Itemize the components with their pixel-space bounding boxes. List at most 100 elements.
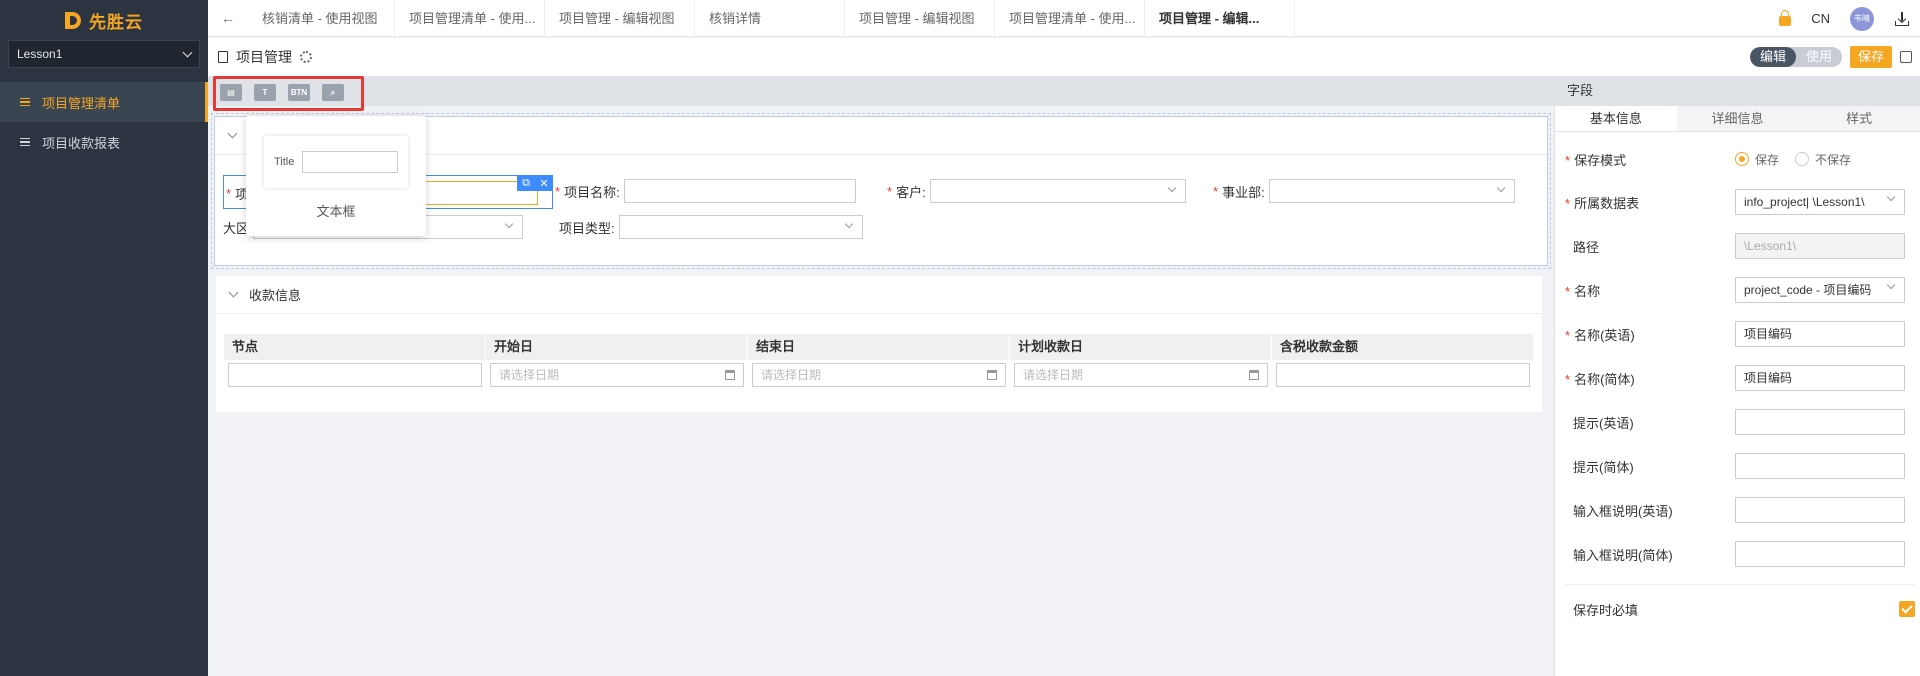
brand-name: 先胜云 <box>89 12 143 32</box>
toolbar-highlight <box>213 76 364 111</box>
gear-icon[interactable] <box>300 51 312 63</box>
sidebar-item-project-list[interactable]: 项目管理清单 <box>0 82 208 122</box>
section-header[interactable]: 收款信息 <box>216 276 1542 314</box>
close-icon[interactable]: ✕ <box>535 175 553 191</box>
tab-bar: ← 核销清单 - 使用视图 项目管理清单 - 使用... 项目管理 - 编辑视图… <box>208 0 1920 37</box>
tab-detail-info[interactable]: 详细信息 <box>1677 106 1799 131</box>
sidebar: 先胜云 Lesson1 项目管理清单 项目收款报表 <box>0 0 208 676</box>
hint-zh-input[interactable] <box>1735 453 1905 479</box>
chevron-down-icon <box>844 219 853 229</box>
tab-project-edit-active[interactable]: 项目管理 - 编辑... <box>1145 0 1295 37</box>
name-zh-input[interactable]: 项目编码 <box>1735 365 1905 391</box>
node-input[interactable] <box>228 363 482 387</box>
desc-zh-row: 输入框说明(简体) <box>1565 541 1915 567</box>
desc-zh-input[interactable] <box>1735 541 1905 567</box>
name-row: * 名称 project_code - 项目编码 <box>1565 277 1915 303</box>
save-mode-row: * 保存模式 保存 不保存 <box>1565 151 1852 168</box>
preview-title: Title <box>274 156 295 168</box>
hint-en-input[interactable] <box>1735 409 1905 435</box>
tab-project-list-use-2[interactable]: 项目管理清单 - 使用... <box>995 0 1145 37</box>
project-type-field: 项目类型: <box>559 215 863 239</box>
chevron-down-icon <box>228 287 239 298</box>
radio-not-save[interactable]: 不保存 <box>1795 151 1851 168</box>
amount-input[interactable] <box>1276 363 1530 387</box>
sidebar-item-label: 项目收款报表 <box>42 135 121 151</box>
mode-toggle[interactable]: 编辑 使用 <box>1749 47 1842 67</box>
calendar-icon <box>1249 370 1259 380</box>
logo-icon <box>65 11 81 29</box>
sidebar-nav: 项目管理清单 项目收款报表 <box>0 82 208 162</box>
column-header: 结束日 <box>748 334 1010 360</box>
tab-project-edit[interactable]: 项目管理 - 编辑视图 <box>545 0 695 37</box>
topbar-actions: CN 韦晴 <box>1779 0 1910 37</box>
project-name-field: * 项目名称: <box>555 179 856 203</box>
download-icon[interactable] <box>1894 11 1910 27</box>
brand-logo[interactable]: 先胜云 <box>0 0 208 40</box>
preview-input <box>302 151 399 173</box>
name-select[interactable]: project_code - 项目编码 <box>1735 277 1905 303</box>
name-en-input[interactable]: 项目编码 <box>1735 321 1905 347</box>
page-title: 项目管理 <box>236 49 292 65</box>
arrow-left-icon: ← <box>221 10 235 26</box>
column-header: 含税收款金额 <box>1272 334 1534 360</box>
radio-save[interactable]: 保存 <box>1735 151 1779 168</box>
tab-style[interactable]: 样式 <box>1798 106 1920 131</box>
name-zh-row: * 名称(简体) 项目编码 <box>1565 365 1915 391</box>
save-as-icon[interactable] <box>1900 51 1912 63</box>
layers-icon <box>20 137 30 147</box>
back-button[interactable]: ← <box>208 0 248 37</box>
properties-panel: 字段 基本信息 详细信息 样式 * 保存模式 保存 不保存 * 所属数据表 info… <box>1554 76 1920 676</box>
calendar-icon <box>725 370 735 380</box>
language-switch[interactable]: CN <box>1811 11 1830 26</box>
popover-label: 文本框 <box>316 204 356 219</box>
table-select[interactable]: info_project| \Lesson1\ <box>1735 189 1905 215</box>
grid-header: 节点 开始日 结束日 计划收款日 含税收款金额 <box>224 334 1534 360</box>
division-select[interactable] <box>1268 179 1515 203</box>
project-type-select[interactable] <box>618 215 863 239</box>
column-header: 计划收款日 <box>1010 334 1272 360</box>
tab-basic-info[interactable]: 基本信息 <box>1555 106 1677 131</box>
tab-writeoff-detail[interactable]: 核销详情 <box>695 0 845 37</box>
document-icon <box>218 51 228 63</box>
divider <box>1565 584 1915 585</box>
payment-grid: 节点 开始日 结束日 计划收款日 含税收款金额 请选择日期 请选择日期 请选择日… <box>224 334 1534 390</box>
calendar-icon <box>987 370 997 380</box>
tab-project-list-use[interactable]: 项目管理清单 - 使用... <box>395 0 545 37</box>
required-row: 保存时必填 <box>1565 596 1915 622</box>
table-row-prop: * 所属数据表 info_project| \Lesson1\ <box>1565 189 1915 215</box>
panel-tabs: 基本信息 详细信息 样式 <box>1555 106 1920 132</box>
chevron-down-icon <box>182 47 193 57</box>
mode-edit[interactable]: 编辑 <box>1749 47 1796 67</box>
chevron-down-icon <box>1886 192 1896 202</box>
required-checkbox[interactable] <box>1899 601 1915 617</box>
desc-en-input[interactable] <box>1735 497 1905 523</box>
path-row: 路径 \Lesson1\ <box>1565 233 1915 259</box>
lock-icon[interactable] <box>1779 9 1792 26</box>
textbox-preview[interactable]: Title <box>264 136 408 188</box>
sidebar-item-payment-report[interactable]: 项目收款报表 <box>0 122 208 162</box>
chevron-down-icon <box>504 219 514 229</box>
mode-use[interactable]: 使用 <box>1796 47 1842 67</box>
name-en-row: * 名称(英语) 项目编码 <box>1565 321 1915 347</box>
chevron-down-icon <box>1496 183 1505 193</box>
chevron-down-icon <box>227 128 238 139</box>
chevron-down-icon <box>1886 280 1896 290</box>
payment-section: 收款信息 节点 开始日 结束日 计划收款日 含税收款金额 请选择日期 请选择日期… <box>216 276 1542 412</box>
project-select[interactable]: Lesson1 <box>8 40 200 68</box>
copy-icon[interactable]: ⧉ <box>517 175 535 191</box>
avatar[interactable]: 韦晴 <box>1850 6 1874 31</box>
list-icon <box>20 97 30 107</box>
tab-writeoff-list[interactable]: 核销清单 - 使用视图 <box>248 0 395 37</box>
save-button[interactable]: 保存 <box>1849 46 1892 68</box>
table-row: 请选择日期 请选择日期 请选择日期 <box>224 360 1534 390</box>
component-toolbar: ▤ T BTN ⌕ <box>208 76 1554 111</box>
end-date-input[interactable]: 请选择日期 <box>752 363 1006 387</box>
project-name-input[interactable] <box>623 179 856 203</box>
customer-select[interactable] <box>929 179 1186 203</box>
project-code-label: * 项 <box>226 186 249 202</box>
chevron-down-icon <box>1167 183 1176 193</box>
tab-project-edit-2[interactable]: 项目管理 - 编辑视图 <box>845 0 995 37</box>
planned-date-input[interactable]: 请选择日期 <box>1014 363 1268 387</box>
start-date-input[interactable]: 请选择日期 <box>490 363 744 387</box>
sidebar-item-label: 项目管理清单 <box>42 95 121 111</box>
